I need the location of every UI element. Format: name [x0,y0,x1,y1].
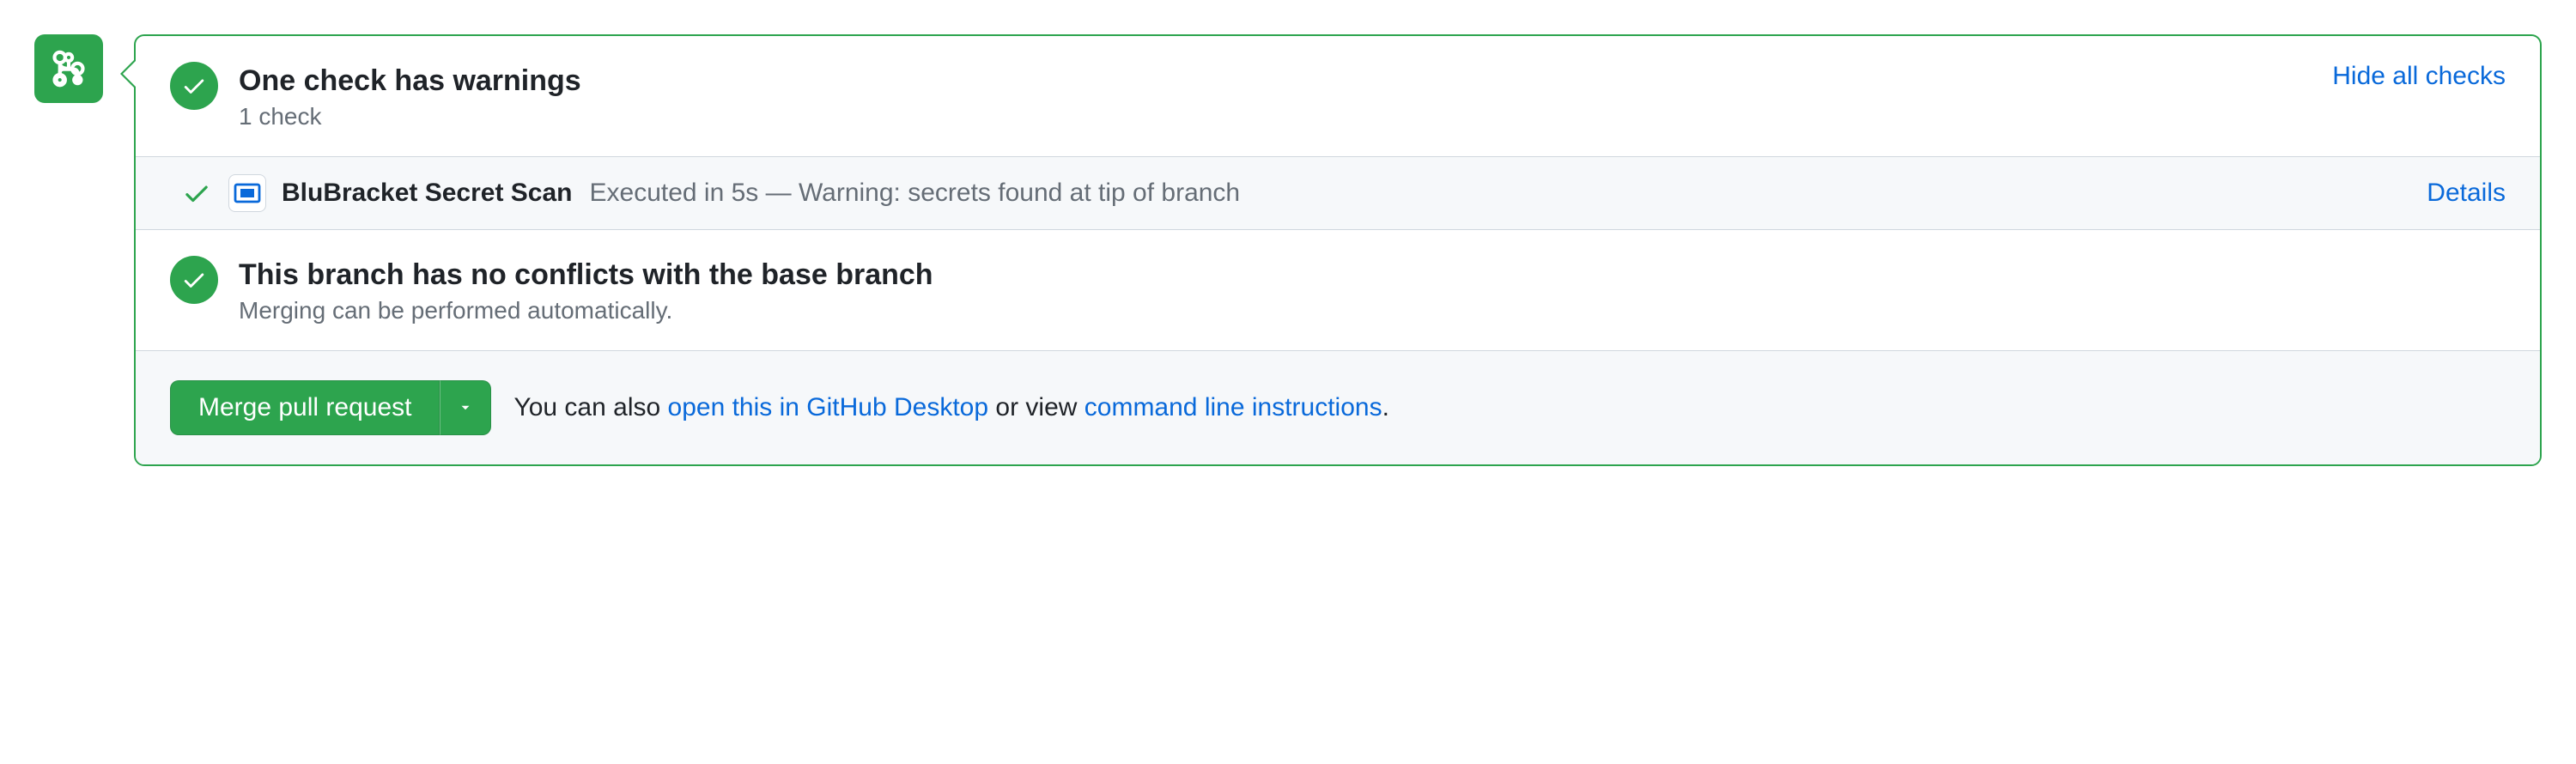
check-item-row: BluBracket Secret Scan Executed in 5s — … [136,156,2540,230]
merge-options-dropdown[interactable] [440,380,491,435]
check-success-icon [182,179,211,208]
merge-pull-request-button[interactable]: Merge pull request [170,380,440,435]
checks-subtitle: 1 check [239,103,2312,130]
checks-summary-section: One check has warnings 1 check Hide all … [136,36,2540,156]
check-circle-icon [170,62,218,110]
command-line-instructions-link[interactable]: command line instructions [1084,393,1382,421]
merge-footer: Merge pull request You can also open thi… [136,350,2540,464]
checks-title: One check has warnings [239,62,2312,100]
footer-text-middle: or view [988,393,1084,421]
conflicts-section: This branch has no conflicts with the ba… [136,230,2540,350]
check-app-icon [228,174,266,212]
footer-text-prefix: You can also [513,393,667,421]
merge-footer-text: You can also open this in GitHub Desktop… [513,393,1388,422]
git-merge-icon [34,34,103,103]
check-circle-icon [170,256,218,304]
merge-status-box: One check has warnings 1 check Hide all … [134,34,2542,466]
footer-text-suffix: . [1382,393,1389,421]
open-github-desktop-link[interactable]: open this in GitHub Desktop [668,393,989,421]
conflicts-title: This branch has no conflicts with the ba… [239,256,2506,294]
hide-checks-link[interactable]: Hide all checks [2332,62,2506,91]
chevron-down-icon [458,400,473,415]
check-details-link[interactable]: Details [2427,179,2506,208]
check-app-name: BluBracket Secret Scan [282,179,573,208]
conflicts-subtitle: Merging can be performed automatically. [239,297,2506,324]
merge-button-group: Merge pull request [170,380,491,435]
check-detail-text: Executed in 5s — Warning: secrets found … [590,179,2427,208]
